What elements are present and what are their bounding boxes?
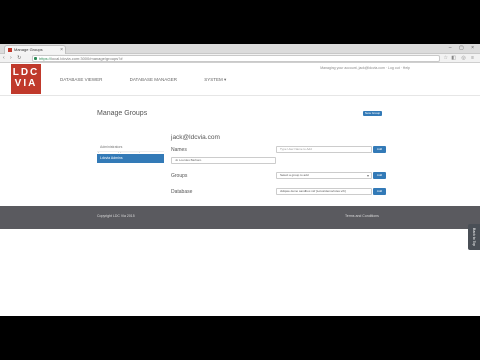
favicon-icon bbox=[8, 48, 12, 52]
address-bar: ‹ › ↻ https://local.ldcvia.com:3000/mana… bbox=[0, 54, 480, 63]
back-to-top-button[interactable]: Back to Top bbox=[468, 224, 480, 250]
add-name-button[interactable]: Add bbox=[373, 146, 386, 153]
screen: Manage Groups × – ▢ × ‹ › ↻ https://loca… bbox=[0, 44, 480, 316]
footer: Copyright LDC Via 2015 Terms and Conditi… bbox=[0, 206, 480, 229]
new-group-button[interactable]: New Group bbox=[363, 111, 382, 116]
page-title: Manage Groups bbox=[97, 110, 148, 117]
url-field[interactable]: https://local.ldcvia.com:3000/manage/gro… bbox=[32, 55, 440, 62]
groups-select[interactable]: Select a group to add ▾ bbox=[276, 172, 372, 179]
terms-link[interactable]: Terms and Conditions bbox=[345, 214, 379, 218]
window-controls[interactable]: – ▢ × bbox=[449, 45, 477, 51]
database-label: Database bbox=[171, 189, 193, 195]
site-header: LDC VIA DATABASE VIEWER DATABASE MANAGER… bbox=[0, 63, 480, 96]
nav-database-manager[interactable]: DATABASE MANAGER bbox=[130, 77, 177, 82]
database-select[interactable]: ckilqwe demo sandbox.nsf [Lotus/demo/rol… bbox=[276, 188, 372, 195]
ldcvia-logo[interactable]: LDC VIA bbox=[11, 64, 41, 94]
browser-tab-bar: Manage Groups × – ▢ × bbox=[0, 44, 480, 54]
browser-menu-icons[interactable]: ◧ ◎ ≡ bbox=[451, 55, 476, 61]
logo-line-2: VIA bbox=[14, 78, 38, 89]
chevron-down-icon: ▾ bbox=[366, 173, 369, 178]
logo-line-1: LDC bbox=[12, 67, 40, 78]
sidebar-item-administrators[interactable]: Administrators bbox=[97, 143, 164, 152]
url-scheme: https:// bbox=[39, 56, 52, 61]
url-path: local.ldcvia.com:3000/manage/groups?# bbox=[51, 56, 123, 61]
names-value-field[interactable]: Jo Lourdes Barbaro bbox=[171, 157, 276, 164]
main-content: Manage Groups New Group GroupsUsers Admi… bbox=[0, 96, 480, 206]
add-database-button[interactable]: Add bbox=[373, 188, 386, 195]
sidebar-item-ldcvia-admins[interactable]: Ldcvia Admins bbox=[97, 154, 164, 163]
user-info[interactable]: Managing your account, jack@ldcvia.com ·… bbox=[320, 66, 410, 70]
names-search-input[interactable]: Type User Name to Add bbox=[276, 146, 372, 153]
copyright-text: Copyright LDC Via 2015 bbox=[97, 214, 135, 218]
groups-label: Groups bbox=[171, 173, 188, 179]
main-nav: DATABASE VIEWER DATABASE MANAGER SYSTEM … bbox=[60, 77, 252, 83]
lock-icon bbox=[34, 57, 37, 60]
groups-select-value: Select a group to add bbox=[280, 173, 309, 177]
close-tab-icon[interactable]: × bbox=[60, 46, 63, 54]
browser-tab[interactable]: Manage Groups × bbox=[4, 45, 66, 54]
nav-system[interactable]: SYSTEM ▾ bbox=[204, 77, 226, 82]
tab-title: Manage Groups bbox=[14, 47, 43, 52]
user-email: jack@ldcvia.com bbox=[171, 134, 220, 141]
database-select-value: ckilqwe demo sandbox.nsf [Lotus/demo/rol… bbox=[280, 189, 346, 193]
nav-buttons[interactable]: ‹ › ↻ bbox=[3, 55, 23, 61]
names-label: Names bbox=[171, 147, 187, 153]
add-group-button[interactable]: Add bbox=[373, 172, 386, 179]
bookmark-star-icon[interactable]: ☆ bbox=[444, 55, 448, 61]
nav-database-viewer[interactable]: DATABASE VIEWER bbox=[60, 77, 102, 82]
